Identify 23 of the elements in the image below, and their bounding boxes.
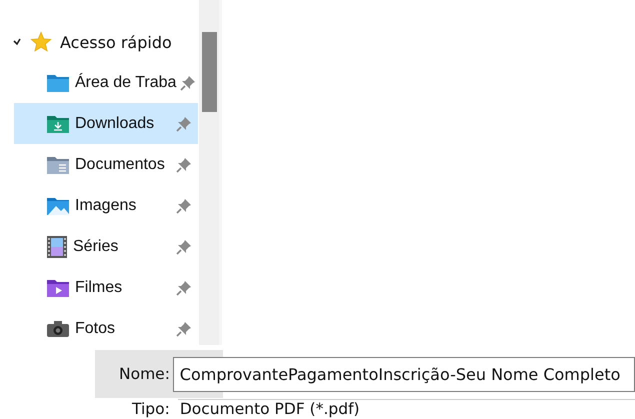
filename-field[interactable]: ComprovantePagamentoInscrição-Seu Nome Completo	[172, 356, 635, 392]
video-folder-icon	[47, 278, 69, 296]
documents-folder-icon	[47, 156, 69, 174]
quick-access-label[interactable]: Acesso rápido	[60, 32, 172, 52]
type-label: Tipo:	[132, 400, 170, 418]
sidebar-item[interactable]: Imagens	[14, 185, 198, 226]
star-icon	[30, 31, 52, 53]
sidebar-item[interactable]: Documentos	[14, 144, 198, 185]
sidebar-item[interactable]: Área de Traba	[14, 62, 198, 103]
sidebar-item[interactable]: Filmes	[14, 267, 198, 308]
sidebar-item[interactable]: Séries	[14, 226, 198, 267]
film-strip-icon	[47, 236, 67, 258]
scrollbar-thumb[interactable]	[202, 32, 216, 112]
download-folder-icon	[47, 114, 69, 132]
chevron-icon[interactable]	[12, 37, 22, 47]
sidebar-item[interactable]: Fotos	[14, 308, 198, 345]
name-label: Nome:	[119, 365, 170, 383]
camera-icon	[47, 320, 69, 338]
sidebar-item[interactable]: Downloads	[14, 103, 198, 144]
pictures-folder-icon	[47, 196, 69, 214]
scrollbar[interactable]	[199, 0, 219, 345]
file-type-dropdown[interactable]: Documento PDF (*.pdf)	[178, 399, 635, 418]
folder-icon	[47, 74, 69, 92]
